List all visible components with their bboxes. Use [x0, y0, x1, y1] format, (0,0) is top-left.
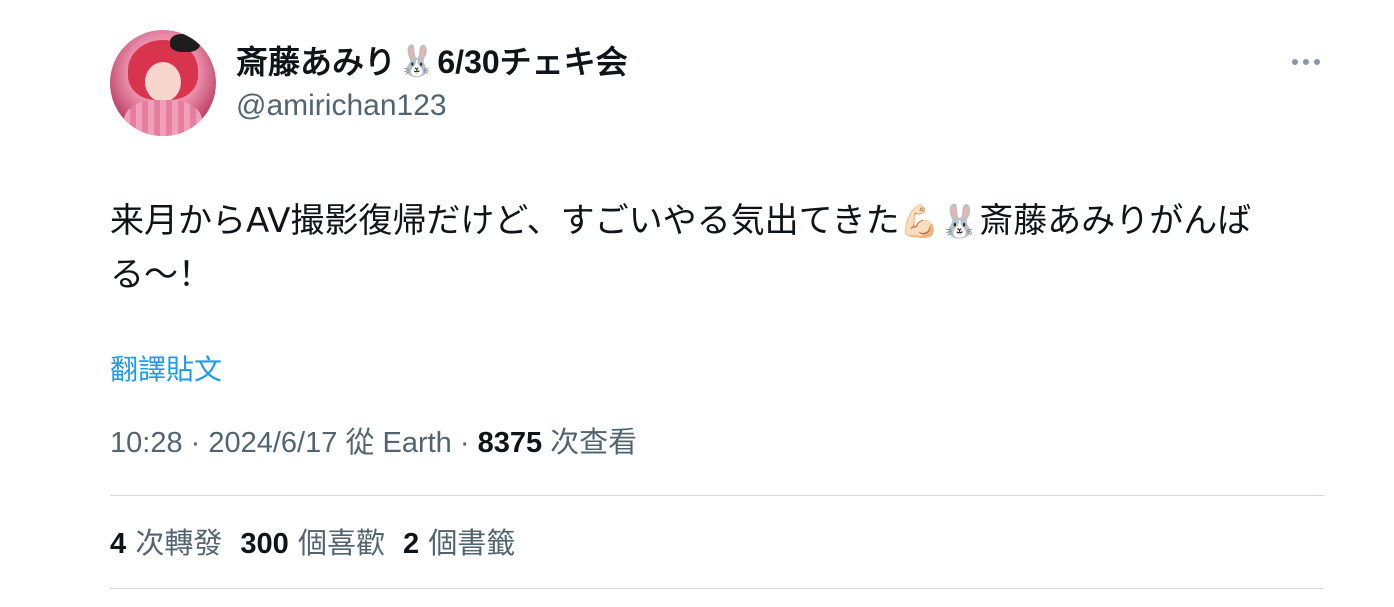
meta-separator: ·	[182, 427, 209, 459]
tweet-date[interactable]: 2024/6/17	[208, 427, 337, 459]
avatar-dress	[124, 100, 202, 136]
tweet-text-part1: 来月からAV撮影復帰だけど、すごいやる気出てきた	[110, 201, 900, 241]
author-handle[interactable]: @amirichan123	[236, 88, 447, 124]
avatar-bow	[170, 34, 200, 52]
views-count: 8375	[477, 427, 543, 459]
tweet-detail: 斎藤あみり 🐰 6/30チェキ会 @amirichan123 来月からAV撮影復…	[0, 0, 1394, 607]
author-display-name[interactable]: 斎藤あみり 🐰 6/30チェキ会	[236, 42, 628, 82]
tweet-meta: 10:28 · 2024/6/17 從 Earth · 8375 次查看	[110, 425, 637, 461]
tweet-text: 来月からAV撮影復帰だけど、すごいやる気出てきた💪🏻🐰斎藤あみりがんばる〜！	[110, 194, 1340, 302]
tweet-time[interactable]: 10:28	[110, 427, 183, 459]
bookmarks-label: 個書籤	[428, 526, 516, 560]
likes-count: 300	[240, 528, 289, 560]
likes-label: 個喜歡	[297, 526, 385, 560]
more-horizontal-icon[interactable]	[1288, 54, 1324, 70]
author-name-suffix: 6/30チェキ会	[437, 44, 628, 80]
tweet-source: 從 Earth	[345, 427, 452, 459]
author-name-prefix: 斎藤あみり	[236, 44, 397, 80]
rabbit-emoji-icon: 🐰	[939, 202, 980, 240]
divider	[110, 495, 1324, 496]
meta-separator: ·	[451, 427, 478, 459]
reposts-count: 4	[110, 528, 127, 560]
reposts-stat[interactable]: 4 次轉發	[110, 525, 222, 562]
flexed-biceps-emoji-icon: 💪🏻	[899, 202, 940, 240]
rabbit-emoji-icon: 🐰	[398, 45, 436, 78]
translate-post-link[interactable]: 翻譯貼文	[110, 352, 222, 388]
likes-stat[interactable]: 300 個喜歡	[240, 525, 385, 562]
avatar[interactable]	[110, 30, 216, 136]
bookmarks-stat[interactable]: 2 個書籤	[403, 525, 515, 562]
tweet-stats: 4 次轉發 300 個喜歡 2 個書籤	[110, 525, 515, 562]
bookmarks-count: 2	[403, 528, 420, 560]
divider	[110, 588, 1324, 589]
views-label: 次查看	[550, 427, 638, 459]
avatar-face	[145, 62, 181, 102]
reposts-label: 次轉發	[135, 526, 223, 560]
